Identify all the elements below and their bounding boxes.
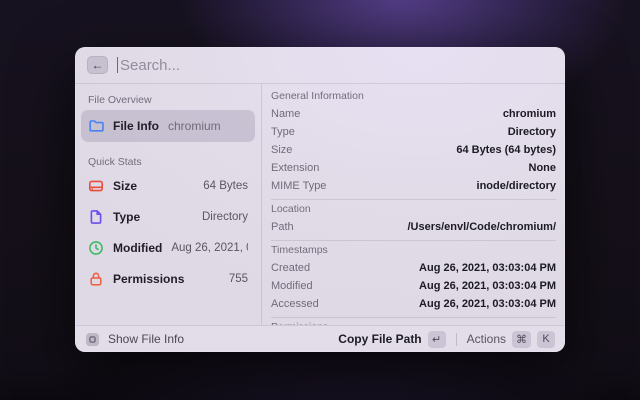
clock-icon [88, 240, 104, 256]
command-key-icon: ⌘ [512, 330, 531, 348]
section-timestamps: Timestamps Created Aug 26, 2021, 03:03:0… [271, 240, 556, 313]
launcher-window: ← File Overview File Info chromium Quick… [75, 47, 565, 352]
section-title-quick-stats: Quick Stats [88, 156, 142, 168]
detail-value: chromium [502, 108, 556, 120]
detail-row: Accessed Aug 26, 2021, 03:03:04 PM [271, 295, 556, 313]
detail-label: Created [271, 262, 311, 274]
details-panel: General Information Name chromium Type D… [262, 84, 565, 325]
detail-value: Aug 26, 2021, 03:03:04 PM [419, 298, 556, 310]
detail-row: Path /Users/envl/Code/chromium/ [271, 218, 556, 236]
detail-label: Path [271, 221, 294, 233]
document-icon [88, 209, 104, 225]
footer-separator [455, 332, 457, 346]
detail-row: Modified Aug 26, 2021, 03:03:04 PM [271, 277, 556, 295]
actions-menu-button[interactable]: Actions [467, 332, 506, 346]
section-location: Location Path /Users/envl/Code/chromium/ [271, 199, 556, 236]
footer-bar: Show File Info Copy File Path ↵ Actions … [75, 325, 565, 352]
detail-label: Extension [271, 162, 320, 174]
detail-section-title: General Information [271, 90, 364, 102]
back-button[interactable]: ← [87, 56, 108, 74]
detail-label: Size [271, 144, 293, 156]
detail-value: 64 Bytes (64 bytes) [456, 144, 556, 156]
sidebar-item-file-info[interactable]: File Info chromium [81, 110, 255, 142]
detail-row: Extension None [271, 159, 556, 177]
main-area: File Overview File Info chromium Quick S… [75, 84, 565, 325]
stat-label: Permissions [113, 271, 185, 286]
stat-row-permissions[interactable]: Permissions 755 [81, 263, 255, 294]
stat-row-type[interactable]: Type Directory [81, 201, 255, 232]
detail-row: Created Aug 26, 2021, 03:03:04 PM [271, 259, 556, 277]
detail-row: MIME Type inode/directory [271, 177, 556, 195]
search-bar: ← [75, 47, 565, 84]
lock-icon [88, 271, 104, 287]
stat-value: 64 Bytes [203, 179, 248, 192]
hard-drive-icon [88, 178, 104, 194]
footer-app-label: Show File Info [108, 332, 185, 346]
detail-section-title: Permissions [271, 318, 556, 325]
stat-label: Type [113, 209, 141, 224]
section-title-file-overview: File Overview [88, 94, 152, 106]
search-input[interactable] [118, 56, 553, 74]
detail-section-title: Location [271, 203, 311, 215]
stat-value: Aug 26, 2021, 03:0... [171, 241, 248, 254]
footer-left: Show File Info [85, 332, 184, 347]
detail-value: inode/directory [476, 180, 556, 192]
detail-value: Aug 26, 2021, 03:03:04 PM [419, 280, 556, 292]
stat-row-modified[interactable]: Modified Aug 26, 2021, 03:0... [81, 232, 255, 263]
detail-label: Modified [271, 280, 313, 292]
section-general-information: General Information Name chromium Type D… [271, 87, 556, 195]
footer-right: Copy File Path ↵ Actions ⌘ K [338, 330, 555, 348]
detail-value: /Users/envl/Code/chromium/ [407, 221, 556, 233]
section-permissions-clipped: Permissions [271, 317, 556, 325]
detail-value: Aug 26, 2021, 03:03:04 PM [419, 262, 556, 274]
app-icon [85, 332, 100, 347]
detail-row: Name chromium [271, 105, 556, 123]
stat-value: Directory [201, 210, 248, 223]
sidebar-item-label: File Info [113, 119, 159, 133]
detail-label: MIME Type [271, 180, 327, 192]
copy-file-path-action[interactable]: Copy File Path [338, 332, 421, 346]
detail-row: Size 64 Bytes (64 bytes) [271, 141, 556, 159]
detail-label: Accessed [271, 298, 319, 310]
detail-value: None [528, 162, 557, 174]
detail-label: Type [271, 126, 295, 138]
stat-label: Size [113, 178, 138, 193]
k-key-icon: K [537, 330, 555, 348]
detail-section-title: Timestamps [271, 244, 328, 256]
detail-row: Type Directory [271, 123, 556, 141]
return-key-icon: ↵ [427, 330, 446, 348]
arrow-left-icon: ← [91, 58, 104, 72]
sidebar-item-subtitle: chromium [168, 119, 221, 133]
folder-icon [88, 118, 104, 134]
sidebar: File Overview File Info chromium Quick S… [75, 84, 262, 325]
stat-value: 755 [228, 272, 248, 285]
stat-row-size[interactable]: Size 64 Bytes [81, 170, 255, 201]
stat-label: Modified [113, 240, 163, 255]
detail-label: Name [271, 108, 301, 120]
detail-value: Directory [507, 126, 556, 138]
